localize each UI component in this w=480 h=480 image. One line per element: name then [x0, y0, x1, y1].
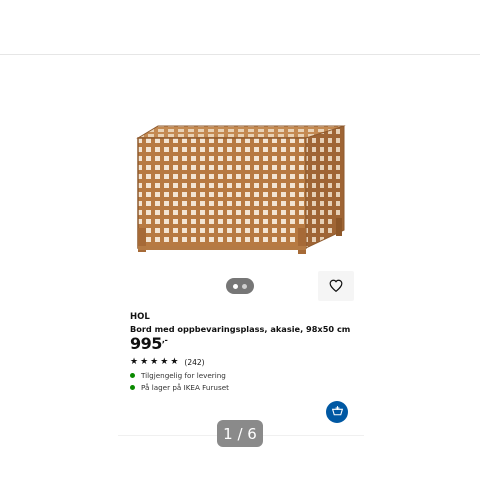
availability-delivery: Tilgjengelig for levering	[130, 371, 226, 380]
rating-count: (242)	[184, 357, 205, 367]
status-dot-icon	[130, 373, 135, 378]
star-icon: ★	[130, 357, 139, 367]
product-image[interactable]	[126, 118, 354, 260]
status-dot-icon	[130, 385, 135, 390]
heart-icon	[329, 277, 343, 296]
carousel-dot[interactable]	[242, 283, 247, 289]
add-to-cart-button[interactable]	[326, 401, 348, 423]
star-icon: ★	[140, 357, 149, 367]
price-suffix: ,-	[161, 335, 168, 345]
product-price: 995,-	[130, 334, 168, 353]
favorite-button[interactable]	[318, 271, 354, 301]
carousel-dot-active[interactable]	[233, 283, 238, 289]
product-description[interactable]: Bord med oppbevaringsplass, akasie, 98x5…	[130, 324, 350, 334]
product-rating[interactable]: ★ ★ ★ ★ ★ (242)	[130, 357, 205, 367]
image-carousel-indicator[interactable]	[226, 278, 254, 294]
availability-text: På lager på IKEA Furuset	[141, 383, 229, 392]
availability-store: På lager på IKEA Furuset	[130, 383, 229, 392]
availability-text: Tilgjengelig for levering	[141, 371, 226, 380]
star-icon: ★	[150, 357, 159, 367]
top-bar	[0, 0, 480, 55]
price-amount: 995	[130, 334, 162, 353]
star-icon: ★	[170, 357, 179, 367]
star-icon: ★	[160, 357, 169, 367]
cart-add-icon	[331, 403, 344, 422]
product-brand[interactable]: HOL	[130, 312, 150, 322]
page-counter: 1 / 6	[217, 420, 263, 447]
